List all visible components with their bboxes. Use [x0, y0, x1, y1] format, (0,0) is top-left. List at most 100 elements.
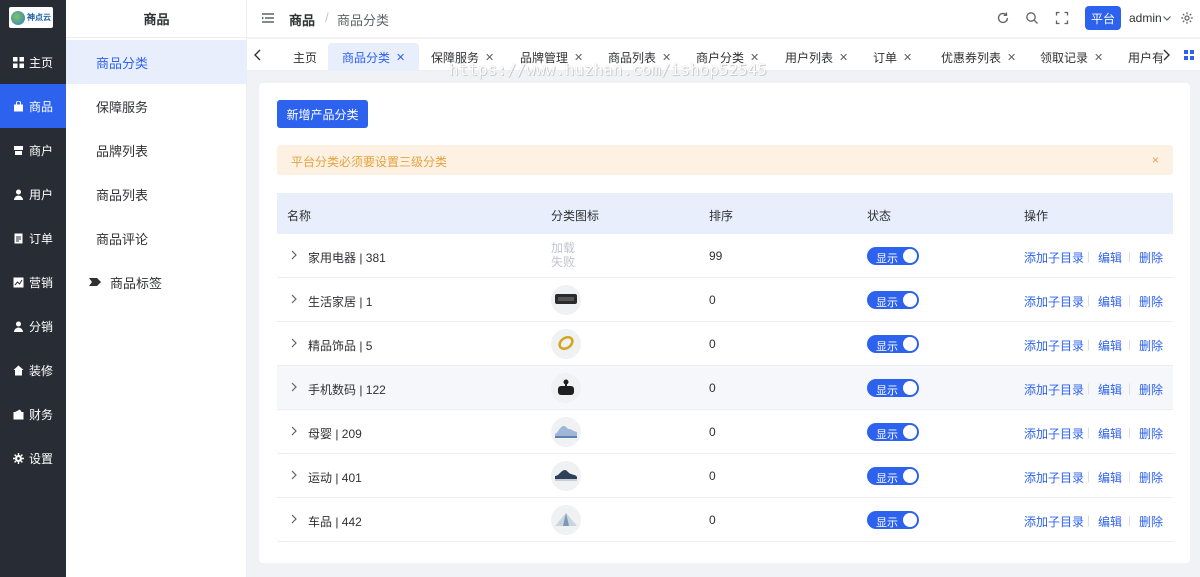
- edit-link[interactable]: 编辑: [1098, 469, 1122, 486]
- table-row[interactable]: 手机数码 | 122 0 显示 添加子目录 | 编辑 | 删除: [277, 366, 1173, 410]
- tab-close-icon[interactable]: ✕: [903, 51, 912, 64]
- tabs-menu-grid-icon[interactable]: [1184, 50, 1194, 60]
- chevron-down-icon[interactable]: [1162, 13, 1172, 23]
- tab-7[interactable]: 订单 ✕: [859, 43, 926, 71]
- edit-link[interactable]: 编辑: [1098, 381, 1122, 398]
- user-menu[interactable]: admin: [1129, 11, 1162, 25]
- delete-link[interactable]: 删除: [1139, 293, 1163, 310]
- submenu-item-label: 商品标签: [110, 275, 163, 291]
- rail-item-5[interactable]: 营销: [0, 260, 66, 304]
- rail-item-label: 设置: [28, 451, 53, 466]
- status-toggle[interactable]: 显示: [867, 247, 919, 265]
- expand-row-chevron-icon[interactable]: [290, 381, 298, 393]
- tab-close-icon[interactable]: ✕: [839, 51, 848, 64]
- add-subcategory-link[interactable]: 添加子目录: [1024, 249, 1084, 266]
- edit-link[interactable]: 编辑: [1098, 337, 1122, 354]
- platform-button[interactable]: 平台: [1085, 6, 1121, 30]
- menu-fold-icon[interactable]: [261, 11, 275, 25]
- rail-item-1[interactable]: 商品: [0, 84, 66, 128]
- rail-item-label: 订单: [28, 231, 53, 246]
- grid-icon: [13, 56, 25, 68]
- status-toggle[interactable]: 显示: [867, 291, 919, 309]
- tab-9[interactable]: 领取记录 ✕: [1026, 43, 1117, 71]
- rail-item-2[interactable]: 商户: [0, 128, 66, 172]
- table-row[interactable]: 母婴 | 209 0 显示 添加子目录 | 编辑 | 删除: [277, 410, 1173, 454]
- tab-0[interactable]: 主页: [279, 43, 331, 71]
- tab-close-icon[interactable]: ✕: [396, 51, 405, 64]
- delete-link[interactable]: 删除: [1139, 381, 1163, 398]
- submenu-item-2[interactable]: 品牌列表: [66, 128, 247, 172]
- app-logo[interactable]: 神点云: [9, 7, 53, 28]
- category-icon-thumbnail[interactable]: [551, 417, 581, 447]
- rail-item-0[interactable]: 主页: [0, 40, 66, 84]
- status-toggle[interactable]: 显示: [867, 335, 919, 353]
- table-row[interactable]: 精品饰品 | 5 0 显示 添加子目录 | 编辑 | 删除: [277, 322, 1173, 366]
- category-sort: 0: [709, 337, 716, 351]
- expand-row-chevron-icon[interactable]: [290, 249, 298, 261]
- action-separator: |: [1087, 381, 1091, 395]
- edit-link[interactable]: 编辑: [1098, 513, 1122, 530]
- expand-row-chevron-icon[interactable]: [290, 469, 298, 481]
- expand-row-chevron-icon[interactable]: [290, 425, 298, 437]
- category-icon-thumbnail[interactable]: [551, 461, 581, 491]
- status-toggle[interactable]: 显示: [867, 511, 919, 529]
- rail-item-7[interactable]: 装修: [0, 348, 66, 392]
- submenu-item-3[interactable]: 商品列表: [66, 172, 247, 216]
- add-subcategory-link[interactable]: 添加子目录: [1024, 513, 1084, 530]
- status-toggle[interactable]: 显示: [867, 423, 919, 441]
- toggle-knob: [903, 249, 917, 263]
- category-icon-thumbnail[interactable]: [551, 285, 581, 315]
- tabs-scroll-left-icon[interactable]: [251, 47, 265, 63]
- add-subcategory-link[interactable]: 添加子目录: [1024, 293, 1084, 310]
- rail-item-8[interactable]: 财务: [0, 392, 66, 436]
- category-icon-thumbnail[interactable]: [551, 505, 581, 535]
- add-subcategory-link[interactable]: 添加子目录: [1024, 381, 1084, 398]
- fullscreen-icon[interactable]: [1055, 11, 1069, 25]
- rail-item-3[interactable]: 用户: [0, 172, 66, 216]
- add-category-button[interactable]: 新增产品分类: [277, 100, 368, 128]
- tab-close-icon[interactable]: ✕: [1094, 51, 1103, 64]
- rail-item-6[interactable]: 分销: [0, 304, 66, 348]
- delete-link[interactable]: 删除: [1139, 425, 1163, 442]
- delete-link[interactable]: 删除: [1139, 337, 1163, 354]
- tab-close-icon[interactable]: ✕: [1007, 51, 1016, 64]
- expand-row-chevron-icon[interactable]: [290, 513, 298, 525]
- submenu-item-0[interactable]: 商品分类: [66, 40, 247, 84]
- add-subcategory-link[interactable]: 添加子目录: [1024, 425, 1084, 442]
- expand-row-chevron-icon[interactable]: [290, 293, 298, 305]
- delete-link[interactable]: 删除: [1139, 513, 1163, 530]
- settings-gear-icon[interactable]: [1180, 11, 1194, 25]
- expand-row-chevron-icon[interactable]: [290, 337, 298, 349]
- rail-item-9[interactable]: 设置: [0, 436, 66, 480]
- edit-link[interactable]: 编辑: [1098, 249, 1122, 266]
- refresh-icon[interactable]: [996, 11, 1010, 25]
- search-icon[interactable]: [1025, 11, 1039, 25]
- breadcrumb-item-parent[interactable]: 商品: [289, 10, 315, 29]
- submenu-item-5[interactable]: 商品标签: [66, 260, 247, 304]
- delete-link[interactable]: 删除: [1139, 469, 1163, 486]
- finance-icon: [13, 408, 25, 420]
- category-icon-thumbnail[interactable]: [551, 329, 581, 359]
- submenu-item-4[interactable]: 商品评论: [66, 216, 247, 260]
- alert-close-icon[interactable]: ×: [1152, 153, 1159, 167]
- edit-link[interactable]: 编辑: [1098, 425, 1122, 442]
- edit-link[interactable]: 编辑: [1098, 293, 1122, 310]
- rail-item-4[interactable]: 订单: [0, 216, 66, 260]
- status-toggle[interactable]: 显示: [867, 467, 919, 485]
- watermark: https://www.huzhan.com/ishop52545: [449, 60, 767, 79]
- table-row[interactable]: 车品 | 442 0 显示 添加子目录 | 编辑 | 删除: [277, 498, 1173, 542]
- category-icon-thumbnail[interactable]: [551, 373, 581, 403]
- delete-link[interactable]: 删除: [1139, 249, 1163, 266]
- add-subcategory-link[interactable]: 添加子目录: [1024, 337, 1084, 354]
- add-subcategory-link[interactable]: 添加子目录: [1024, 469, 1084, 486]
- tab-6[interactable]: 用户列表 ✕: [771, 43, 862, 71]
- submenu-item-1[interactable]: 保障服务: [66, 84, 247, 128]
- column-header-sort: 排序: [709, 209, 734, 223]
- tab-1[interactable]: 商品分类 ✕: [328, 43, 420, 71]
- tab-8[interactable]: 优惠券列表 ✕: [927, 43, 1030, 71]
- table-row[interactable]: 生活家居 | 1 0 显示 添加子目录 | 编辑 | 删除: [277, 278, 1173, 322]
- table-row[interactable]: 运动 | 401 0 显示 添加子目录 | 编辑 | 删除: [277, 454, 1173, 498]
- status-toggle[interactable]: 显示: [867, 379, 919, 397]
- tabs-scroll-right-icon[interactable]: [1159, 47, 1173, 63]
- table-row[interactable]: 家用电器 | 381 加载失败 99 显示 添加子目录 | 编辑 | 删除: [277, 234, 1173, 278]
